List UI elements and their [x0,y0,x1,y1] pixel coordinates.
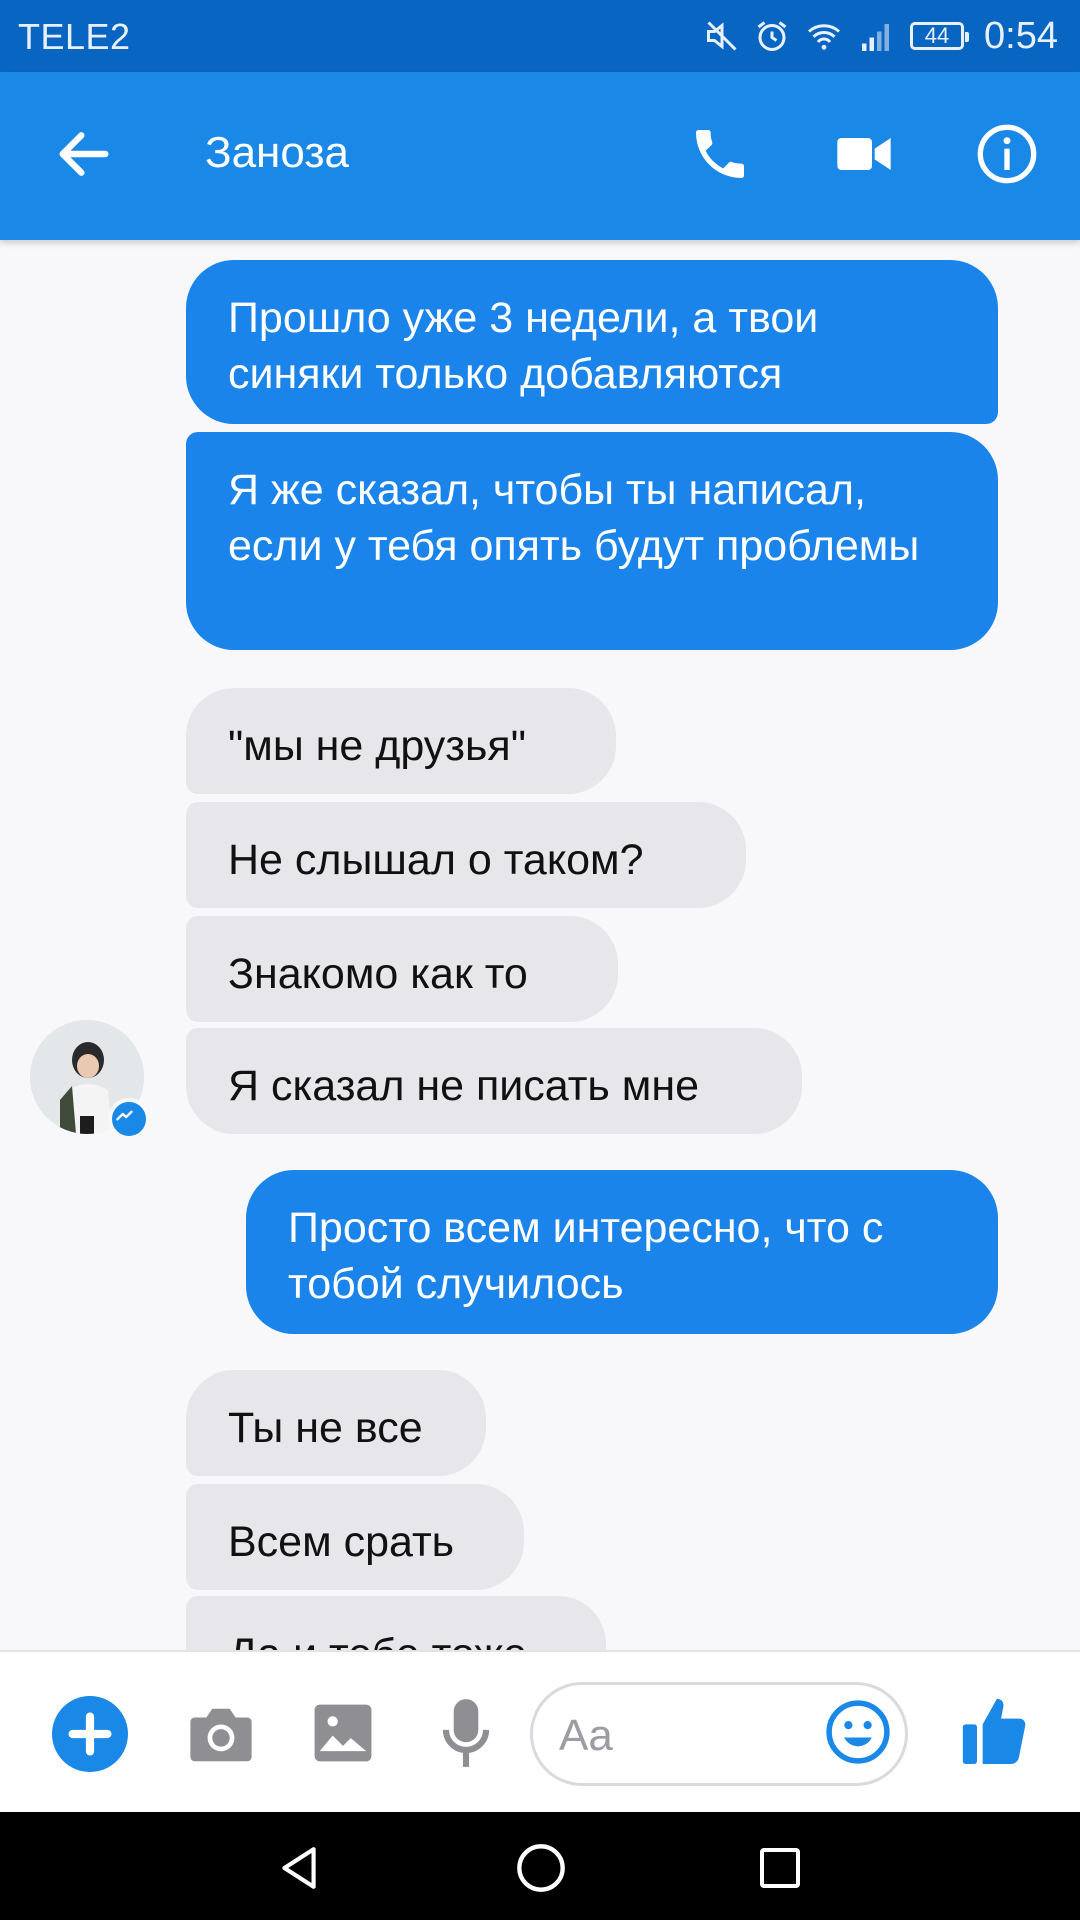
signal-icon [862,24,890,51]
message-bubble-incoming[interactable]: Всем срать [186,1484,524,1590]
image-icon[interactable] [312,1702,374,1764]
battery-level: 44 [924,23,950,48]
nav-recents-icon[interactable] [756,1844,804,1892]
system-nav-bar [0,1812,1080,1920]
status-bar: TELE2 44 0:54 [0,0,1080,72]
clock: 0:54 [984,14,1058,57]
back-arrow-icon[interactable] [52,122,116,186]
info-icon[interactable] [975,122,1039,186]
alarm-icon [757,21,787,51]
conversation-header: Заноза [0,72,1080,240]
emoji-icon[interactable] [825,1699,891,1765]
message-bubble-incoming[interactable]: Я сказал не писать мне [186,1028,802,1134]
status-icons: 44 0:54 [704,10,1058,62]
nav-back-icon[interactable] [274,1842,324,1894]
message-input[interactable]: Aa [530,1682,908,1786]
nav-home-icon[interactable] [515,1842,567,1894]
battery-icon: 44 [910,22,970,50]
contact-name[interactable]: Заноза [205,128,349,178]
video-camera-icon[interactable] [832,122,896,186]
message-input-placeholder: Aa [559,1711,613,1760]
message-bubble-incoming[interactable]: Да и тебе тоже [186,1596,606,1650]
thumbs-up-icon[interactable] [960,1692,1028,1768]
microphone-icon[interactable] [440,1696,492,1770]
composer-bar: Aa [0,1650,1080,1814]
mute-icon [707,21,737,51]
messenger-badge-icon [108,1098,150,1140]
camera-icon[interactable] [186,1702,256,1768]
carrier-label: TELE2 [18,16,131,57]
message-bubble-outgoing[interactable]: Просто всем интересно, что с тобой случи… [246,1170,998,1334]
message-bubble-incoming[interactable]: Знакомо как то [186,916,618,1022]
wifi-icon [808,24,841,50]
message-thread[interactable]: Прошло уже 3 недели, а твои синяки тольк… [0,240,1080,1650]
message-bubble-incoming[interactable]: Не слышал о таком? [186,802,746,908]
message-bubble-incoming[interactable]: "мы не друзья" [186,688,616,794]
message-bubble-outgoing[interactable]: Я же сказал, чтобы ты написал, если у те… [186,432,998,650]
plus-icon[interactable] [52,1696,128,1772]
message-bubble-outgoing[interactable]: Прошло уже 3 недели, а твои синяки тольк… [186,260,998,424]
message-bubble-incoming[interactable]: Ты не все [186,1370,486,1476]
phone-icon[interactable] [688,122,752,186]
